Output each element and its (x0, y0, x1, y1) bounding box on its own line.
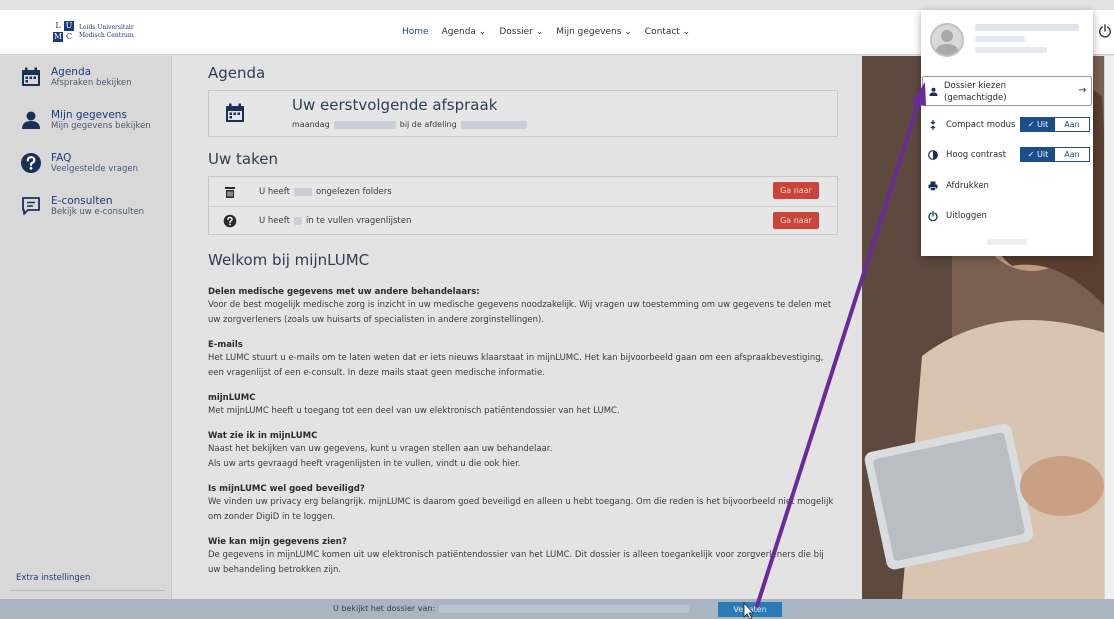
sidebar-item-subtitle: Afspraken bekijken (51, 78, 132, 88)
user-icon (929, 87, 938, 96)
main-nav: Home Agenda ⌄ Dossier ⌄ Mijn gegevens ⌄ … (402, 27, 690, 37)
tasks-list: U heeft ongelezen folders Ga naar U heef… (208, 176, 838, 235)
redacted-user-info (975, 36, 1025, 42)
appointment-title: Uw eerstvolgende afspraak (292, 96, 498, 114)
sidebar: Agenda Afspraken bekijken Mijn gegevens … (0, 56, 172, 599)
tasks-heading: Uw taken (208, 150, 278, 168)
sidebar-item-mijn-gegevens[interactable]: Mijn gegevens Mijn gegevens bekijken (20, 109, 151, 132)
next-appointment-card: Uw eerstvolgende afspraak maandag bij de… (208, 90, 838, 137)
dossier-viewing-text: U bekijkt het dossier van: (333, 604, 693, 613)
info-section: mijnLUMC Met mijnLUMC heeft u toegang to… (208, 393, 620, 416)
main-content: Agenda Uw eerstvolgende afspraak maandag… (172, 56, 862, 599)
sidebar-item-subtitle: Bekijk uw e-consulten (51, 207, 145, 217)
nav-home[interactable]: Home (402, 27, 429, 37)
afdrukken-item[interactable]: Afdrukken (921, 178, 1093, 193)
welcome-heading: Welkom bij mijnLUMC (208, 251, 370, 269)
sidebar-item-title: Mijn gegevens (51, 109, 127, 121)
power-icon (928, 210, 938, 221)
profile-dropdown: Dossier kiezen (gemachtigde) → Compact m… (921, 10, 1093, 256)
info-section: Delen medische gegevens met uw andere be… (208, 287, 832, 325)
extra-instellingen-link[interactable]: Extra instellingen (16, 573, 90, 583)
welcome-content: Delen medische gegevens met uw andere be… (208, 286, 838, 578)
question-icon (223, 214, 237, 228)
profile-header (921, 10, 1093, 74)
info-section: Wie kan mijn gegevens zien? De gegevens … (208, 537, 824, 575)
task-text: U heeft ongelezen folders (259, 186, 392, 197)
task-row: U heeft ongelezen folders Ga naar (209, 177, 837, 206)
sidebar-divider (10, 590, 165, 591)
hoog-contrast-item: Hoog contrast ✓ Uit Aan (921, 147, 1093, 162)
arrow-right-icon: → (1078, 85, 1087, 96)
nav-dossier[interactable]: Dossier ⌄ (499, 27, 543, 37)
sidebar-item-e-consulten[interactable]: E-consulten Bekijk uw e-consulten (20, 195, 144, 218)
calendar-icon (22, 67, 40, 86)
lumc-logo[interactable]: L U M C Leids Universitair Medisch Centr… (53, 21, 134, 42)
compact-modus-toggle[interactable]: ✓ Uit Aan (1020, 117, 1090, 132)
sidebar-item-subtitle: Mijn gegevens bekijken (51, 121, 151, 131)
trash-icon (225, 186, 235, 198)
vertical-scrollbar[interactable] (1104, 56, 1114, 599)
redacted-date (333, 120, 396, 129)
task-text: U heeft in te vullen vragenlijsten (259, 216, 412, 226)
verlaten-button[interactable]: Verlaten (718, 602, 782, 617)
task-row: U heeft in te vullen vragenlijsten Ga na… (209, 206, 837, 235)
printer-icon (928, 181, 938, 191)
redacted-count (293, 187, 312, 196)
nav-mijn-gegevens[interactable]: Mijn gegevens ⌄ (556, 27, 632, 37)
user-icon (22, 111, 40, 129)
hoog-contrast-toggle[interactable]: ✓ Uit Aan (1020, 147, 1090, 162)
redacted-user-name (975, 24, 1079, 31)
question-icon (21, 153, 41, 173)
dossier-bar: U bekijkt het dossier van: Verlaten (0, 599, 1114, 619)
ga-naar-vragenlijsten-button[interactable]: Ga naar (773, 212, 819, 229)
sidebar-item-agenda[interactable]: Agenda Afspraken bekijken (20, 66, 131, 89)
dossier-kiezen-item[interactable]: Dossier kiezen (gemachtigde) → (922, 76, 1092, 106)
info-section: E-mails Het LUMC stuurt u e-mails om te … (208, 340, 824, 378)
sidebar-item-faq[interactable]: FAQ Veelgestelde vragen (20, 152, 138, 175)
sidebar-item-title: E-consulten (51, 195, 113, 207)
power-icon[interactable] (1098, 24, 1112, 38)
avatar (930, 23, 964, 57)
agenda-heading: Agenda (208, 64, 266, 82)
contrast-icon (928, 149, 938, 160)
compact-modus-item: Compact modus ✓ Uit Aan (921, 117, 1093, 132)
nav-agenda[interactable]: Agenda ⌄ (442, 27, 487, 37)
message-icon (22, 197, 40, 215)
redacted-count (293, 217, 302, 225)
info-section: Wat zie ik in mijnLUMC Naast het bekijke… (208, 431, 553, 469)
redacted-user-info (975, 47, 1047, 53)
sidebar-item-title: FAQ (51, 152, 72, 164)
sidebar-item-subtitle: Veelgestelde vragen (51, 164, 139, 174)
redacted-footer-text (987, 239, 1027, 245)
avatar-placeholder-icon (935, 30, 959, 55)
sidebar-item-title: Agenda (51, 66, 92, 78)
info-section: Is mijnLUMC wel goed beveiligd? We vinde… (208, 484, 834, 522)
compress-icon (930, 119, 936, 130)
appointment-details: maandag bij de afdeling (292, 120, 531, 129)
logo-mark: L U M C (53, 21, 74, 42)
logo-text: Leids Universitair Medisch Centrum (79, 23, 134, 39)
uitloggen-item[interactable]: Uitloggen (921, 208, 1093, 223)
nav-contact[interactable]: Contact ⌄ (645, 27, 690, 37)
ga-naar-folders-button[interactable]: Ga naar (773, 182, 819, 199)
calendar-icon (226, 103, 244, 122)
redacted-patient-name (439, 604, 690, 613)
redacted-department (460, 120, 527, 129)
